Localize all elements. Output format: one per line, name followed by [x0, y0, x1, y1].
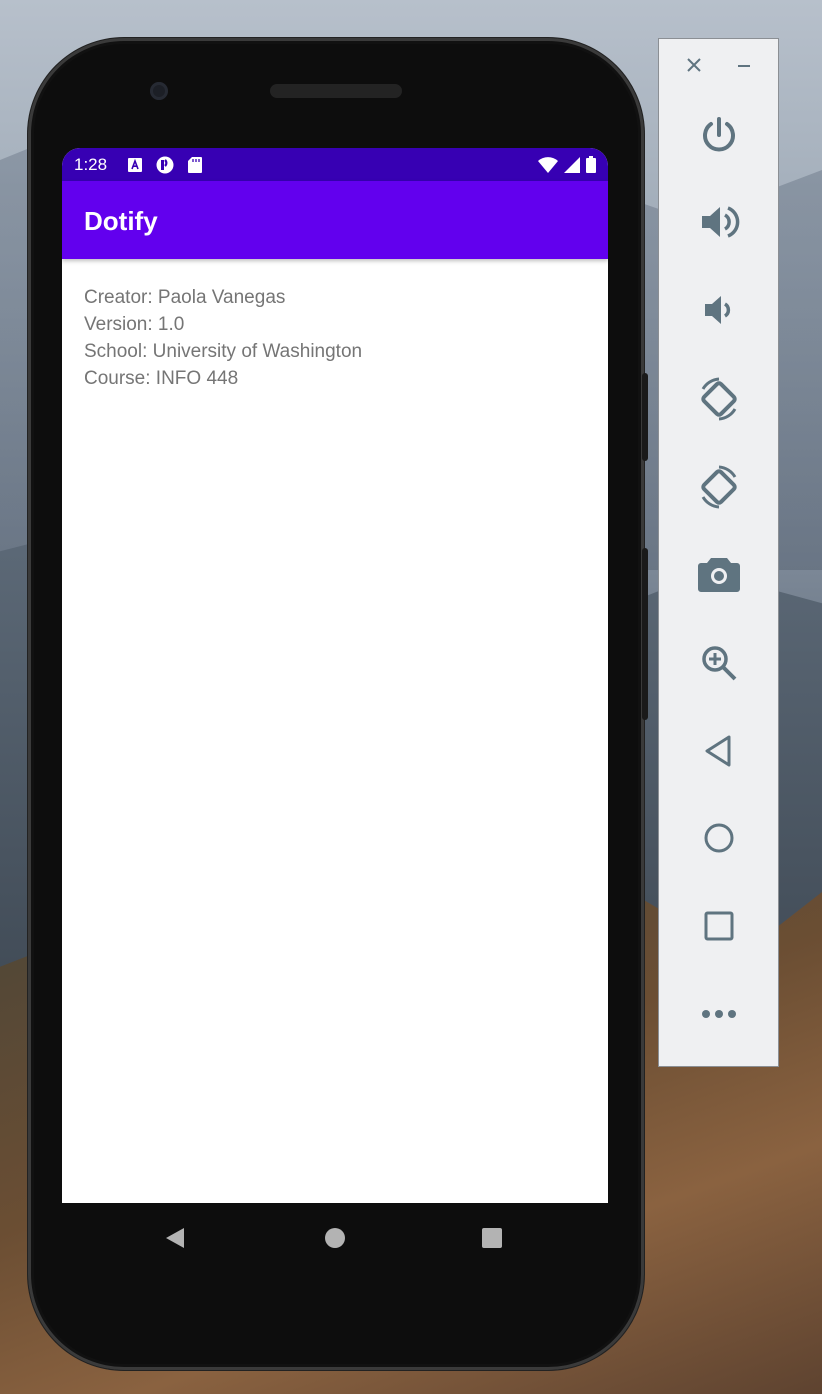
- battery-icon: [586, 156, 596, 173]
- more-icon: [701, 1010, 736, 1018]
- panel-back-button[interactable]: [659, 721, 778, 781]
- rotate-left-icon: [700, 377, 737, 421]
- status-bar: 1:28: [62, 148, 608, 181]
- close-icon[interactable]: [686, 57, 702, 73]
- sd-card-icon: [188, 157, 202, 173]
- status-left-icons: [128, 156, 202, 174]
- panel-home-button[interactable]: [659, 808, 778, 868]
- volume-up-button[interactable]: [659, 192, 778, 252]
- zoom-button[interactable]: [659, 633, 778, 693]
- panel-overview-button[interactable]: [659, 896, 778, 956]
- power-button[interactable]: [659, 105, 778, 165]
- course-line: Course: INFO 448: [84, 368, 239, 389]
- zoom-icon: [701, 646, 736, 681]
- home-icon: [704, 823, 733, 853]
- rotate-right-button[interactable]: [659, 457, 778, 517]
- power-icon: [702, 117, 735, 152]
- device-screen: 1:28 Dotify Creator: Paola Vanegas Versi…: [62, 148, 608, 1203]
- recents-icon[interactable]: [481, 1227, 503, 1249]
- emulator-tool-panel: [658, 38, 779, 1067]
- school-line: School: University of Washington: [84, 341, 363, 362]
- front-camera: [150, 82, 168, 100]
- power-side-button: [642, 373, 648, 461]
- back-icon[interactable]: [164, 1227, 186, 1249]
- rotate-right-icon: [700, 465, 737, 509]
- creator-line: Creator: Paola Vanegas: [84, 287, 286, 308]
- a-notification-icon: [128, 158, 142, 172]
- volume-down-icon: [704, 296, 730, 324]
- home-icon[interactable]: [324, 1227, 346, 1249]
- more-button[interactable]: [659, 984, 778, 1044]
- wifi-icon: [538, 156, 558, 173]
- location-notification-icon: [156, 156, 174, 174]
- screenshot-camera-icon: [697, 558, 740, 592]
- version-line: Version: 1.0: [84, 314, 185, 335]
- volume-side-button: [642, 548, 648, 720]
- about-content: Creator: Paola Vanegas Version: 1.0 Scho…: [62, 259, 608, 417]
- app-title: Dotify: [84, 206, 158, 236]
- volume-down-button[interactable]: [659, 280, 778, 340]
- volume-up-icon: [701, 206, 739, 238]
- app-bar: Dotify: [62, 181, 608, 259]
- status-time: 1:28: [74, 155, 108, 174]
- signal-icon: [564, 156, 580, 173]
- minimize-icon[interactable]: [736, 57, 752, 73]
- android-nav-bar: [62, 1203, 608, 1271]
- overview-icon: [704, 911, 733, 941]
- rotate-left-button[interactable]: [659, 369, 778, 429]
- screenshot-button[interactable]: [659, 544, 778, 604]
- status-right-icons: [538, 156, 596, 173]
- earpiece-speaker: [270, 84, 402, 98]
- back-icon: [705, 735, 730, 767]
